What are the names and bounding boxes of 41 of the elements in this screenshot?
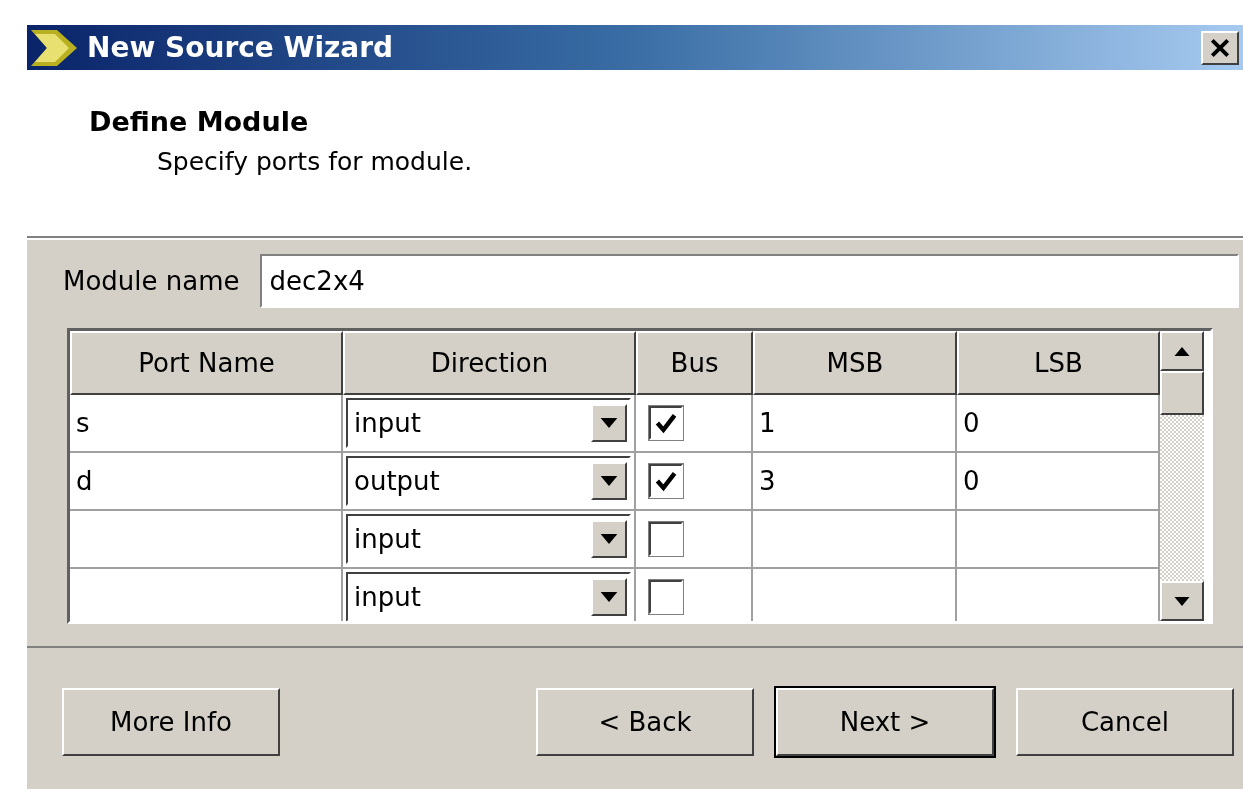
table-cell[interactable]: 1 xyxy=(753,395,957,453)
scroll-down-button[interactable] xyxy=(1160,581,1204,621)
check-mark-icon xyxy=(654,469,678,493)
bus-checkbox[interactable] xyxy=(649,464,683,498)
bus-checkbox[interactable] xyxy=(649,406,683,440)
table-cell[interactable] xyxy=(753,511,957,569)
vertical-scrollbar[interactable] xyxy=(1160,331,1204,621)
bus-checkbox[interactable] xyxy=(649,580,683,614)
table-cell[interactable]: d xyxy=(70,453,343,511)
table-cell[interactable]: 0 xyxy=(957,395,1160,453)
column-header[interactable]: Port Name xyxy=(70,331,343,395)
direction-dropdown[interactable]: input xyxy=(346,572,631,621)
table-cell[interactable] xyxy=(70,511,343,569)
field-label: Module name xyxy=(63,266,240,296)
close-button[interactable] xyxy=(1201,30,1239,65)
dialog-button[interactable]: More Info xyxy=(62,688,280,756)
dialog-button[interactable]: Cancel xyxy=(1016,688,1234,756)
column-header[interactable]: LSB xyxy=(957,331,1160,395)
up-arrow-icon xyxy=(1174,346,1190,356)
table-cell[interactable] xyxy=(957,511,1160,569)
table-cell[interactable]: 0 xyxy=(957,453,1160,511)
table-cell[interactable]: s xyxy=(70,395,343,453)
check-mark-icon xyxy=(654,411,678,435)
dialog-button[interactable]: Next > xyxy=(776,688,994,756)
column-header[interactable]: MSB xyxy=(753,331,957,395)
direction-dropdown[interactable]: output xyxy=(346,456,631,506)
step-description: Specify ports for module. xyxy=(157,147,474,176)
column-header[interactable]: Direction xyxy=(343,331,636,395)
step-title: Define Module xyxy=(89,106,310,137)
module-name-field[interactable]: dec2x4 xyxy=(259,254,1239,308)
scroll-up-button[interactable] xyxy=(1160,331,1204,371)
direction-dropdown[interactable]: input xyxy=(346,398,631,448)
bus-checkbox[interactable] xyxy=(649,522,683,556)
column-header[interactable]: Bus xyxy=(636,331,753,395)
down-arrow-icon xyxy=(1174,596,1190,606)
scroll-thumb[interactable] xyxy=(1160,371,1204,415)
dialog-button[interactable]: < Back xyxy=(536,688,754,756)
direction-dropdown[interactable]: input xyxy=(346,514,631,564)
table-cell[interactable]: 3 xyxy=(753,453,957,511)
close-icon xyxy=(1209,36,1231,59)
window-title: New Source Wizard xyxy=(87,31,395,64)
